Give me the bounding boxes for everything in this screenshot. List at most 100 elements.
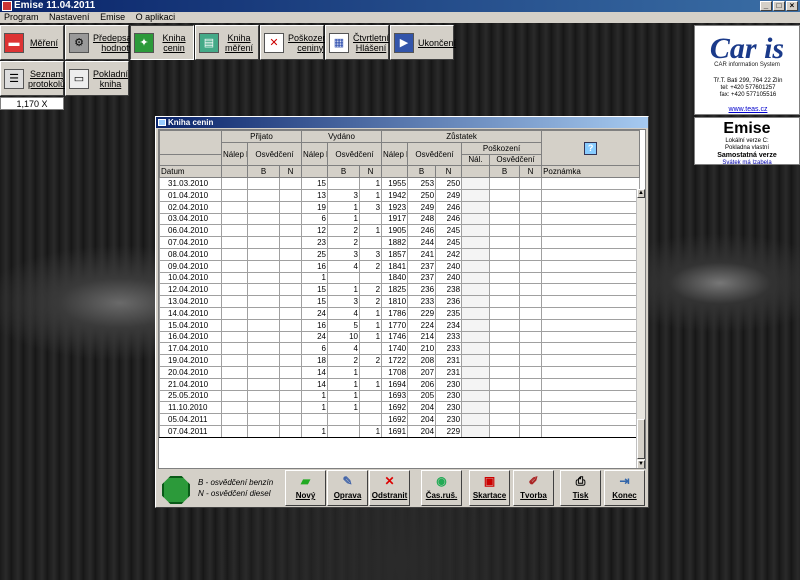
cell-zustatek-n[interactable]: 250 [435,177,463,190]
cell-vydano-b[interactable]: 4 [327,259,360,273]
toolbar-kniha-mereni-button[interactable]: ▤ Kniha měření [195,25,259,60]
cell-zustatek-naleky[interactable]: 1955 [381,177,409,190]
cell-prijato-n[interactable] [279,342,302,356]
cell-poskozeni-n[interactable] [519,247,543,261]
table-row[interactable]: 11.10.2010 1 1 1692 204 230 [159,401,641,415]
toolbar-ctvrtletni-hlaseni-button[interactable]: ▦ Čtvrtletní Hlášení [325,25,389,60]
table-row[interactable]: 05.04.2011 1692 204 230 [159,413,641,426]
cell-poskozeni-naleky[interactable] [461,306,491,320]
cell-prijato-n[interactable] [279,354,302,367]
cell-prijato-n[interactable] [279,295,302,308]
skartace-button[interactable]: ▣ Skartace [469,470,510,506]
novy-button[interactable]: ▰ Nový [285,470,326,506]
cell-poznamka[interactable] [541,259,641,273]
cell-poskozeni-naleky[interactable] [461,247,491,261]
cell-poznamka[interactable] [541,354,641,367]
cell-prijato-n[interactable] [279,271,302,285]
tvorba-button[interactable]: ✐ Tvorba [513,470,554,506]
cell-date[interactable]: 06.04.2010 [159,224,222,238]
cell-date[interactable]: 31.03.2010 [159,177,222,190]
cell-poznamka[interactable] [541,389,641,403]
cell-prijato-b[interactable] [247,365,280,379]
table-row[interactable]: 10.04.2010 1 1840 237 240 [159,271,641,285]
cell-vydano-n[interactable] [358,212,383,226]
cell-poskozeni-naleky[interactable] [461,212,491,226]
cell-zustatek-b[interactable]: 253 [407,177,437,190]
cell-vydano-n[interactable]: 3 [358,200,383,214]
cell-zustatek-b[interactable]: 244 [407,236,437,249]
cell-poskozeni-naleky[interactable] [461,330,491,344]
cell-zustatek-n[interactable]: 234 [435,318,463,332]
cell-vydano-b[interactable] [327,413,360,426]
cell-poskozeni-n[interactable] [519,224,543,238]
cell-poskozeni-naleky[interactable] [461,236,491,249]
cell-poskozeni-n[interactable] [519,318,543,332]
caris-link[interactable]: www.teas.cz [697,106,799,113]
cell-zustatek-n[interactable]: 233 [435,342,463,356]
cell-prijato-n[interactable] [279,259,302,273]
cell-prijato-naleky[interactable] [221,271,248,285]
table-row[interactable]: 01.04.2010 13 3 1 1942 250 249 [159,188,641,202]
cell-zustatek-b[interactable]: 214 [407,330,437,344]
cell-poskozeni-naleky[interactable] [461,424,491,438]
cell-poskozeni-naleky[interactable] [461,354,491,367]
cell-poznamka[interactable] [541,330,641,344]
table-row[interactable]: 03.04.2010 6 1 1917 248 246 [159,212,641,226]
cell-vydano-b[interactable]: 1 [327,389,360,403]
cell-date[interactable]: 20.04.2010 [159,365,222,379]
table-row[interactable]: 31.03.2010 15 1 1955 253 250 [159,177,641,190]
cell-zustatek-naleky[interactable]: 1840 [381,271,409,285]
cell-date[interactable]: 07.04.2011 [159,424,222,438]
cell-vydano-naleky[interactable]: 14 [301,365,328,379]
cell-vydano-b[interactable]: 3 [327,188,360,202]
cell-zustatek-naleky[interactable]: 1692 [381,401,409,415]
cell-prijato-naleky[interactable] [221,389,248,403]
cell-date[interactable]: 21.04.2010 [159,377,222,391]
konec-button[interactable]: ⇥ Konec [604,470,645,506]
cell-vydano-naleky[interactable]: 16 [301,259,328,273]
cell-poznamka[interactable] [541,424,641,438]
cell-poskozeni-b[interactable] [489,354,521,367]
cell-zustatek-n[interactable]: 245 [435,224,463,238]
cell-prijato-b[interactable] [247,389,280,403]
table-row[interactable]: 20.04.2010 14 1 1708 207 231 [159,365,641,379]
cell-poznamka[interactable] [541,188,641,202]
cell-poskozeni-naleky[interactable] [461,377,491,391]
cell-zustatek-b[interactable]: 246 [407,224,437,238]
cell-poznamka[interactable] [541,224,641,238]
toolbar-poskozene-ceniny-button[interactable]: ✕ Poškozené ceniny [260,25,333,60]
cell-prijato-n[interactable] [279,283,302,297]
cell-prijato-n[interactable] [279,188,302,202]
cell-poskozeni-b[interactable] [489,283,521,297]
cell-zustatek-b[interactable]: 206 [407,377,437,391]
cell-prijato-naleky[interactable] [221,318,248,332]
cell-zustatek-naleky[interactable]: 1841 [381,259,409,273]
cell-vydano-naleky[interactable]: 6 [301,212,328,226]
cell-poskozeni-b[interactable] [489,306,521,320]
cell-poskozeni-n[interactable] [519,188,543,202]
cell-zustatek-b[interactable]: 237 [407,271,437,285]
cell-vydano-naleky[interactable]: 15 [301,177,328,190]
cell-zustatek-n[interactable]: 235 [435,306,463,320]
cell-prijato-b[interactable] [247,259,280,273]
cell-poskozeni-n[interactable] [519,389,543,403]
scroll-up-icon[interactable]: ▲ [637,189,645,198]
table-row[interactable]: 13.04.2010 15 3 2 1810 233 236 [159,295,641,308]
cell-zustatek-naleky[interactable]: 1694 [381,377,409,391]
cell-vydano-b[interactable]: 5 [327,318,360,332]
cell-prijato-b[interactable] [247,212,280,226]
cell-prijato-n[interactable] [279,401,302,415]
cell-vydano-n[interactable]: 1 [358,424,383,438]
cell-vydano-naleky[interactable]: 24 [301,306,328,320]
cell-poskozeni-b[interactable] [489,177,521,190]
cell-poskozeni-naleky[interactable] [461,365,491,379]
cell-zustatek-n[interactable]: 240 [435,271,463,285]
cell-poskozeni-n[interactable] [519,271,543,285]
cell-prijato-b[interactable] [247,318,280,332]
cell-poznamka[interactable] [541,247,641,261]
cell-zustatek-n[interactable]: 246 [435,212,463,226]
cell-zustatek-naleky[interactable]: 1917 [381,212,409,226]
cell-zustatek-n[interactable]: 236 [435,295,463,308]
cell-poskozeni-n[interactable] [519,259,543,273]
cell-poskozeni-naleky[interactable] [461,401,491,415]
